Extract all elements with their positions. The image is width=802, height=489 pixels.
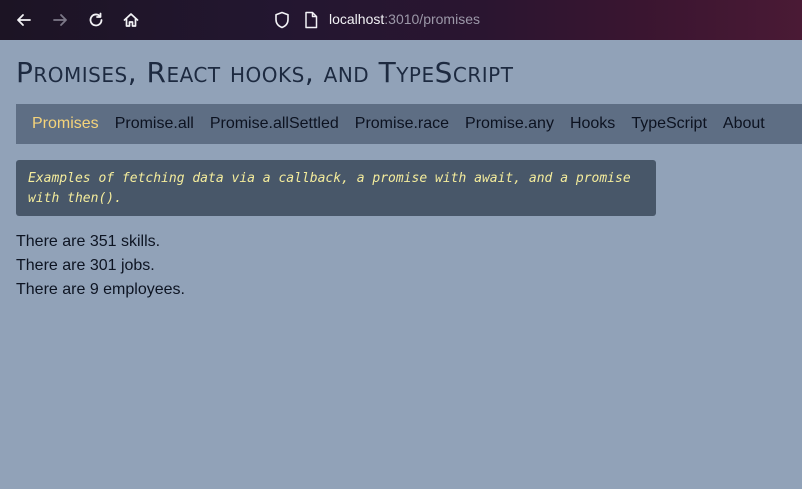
result-jobs: There are 301 jobs. bbox=[16, 257, 155, 274]
url-bar[interactable]: localhost:3010/promises bbox=[268, 6, 598, 34]
arrow-right-icon bbox=[53, 14, 67, 26]
forward-button[interactable] bbox=[47, 7, 73, 33]
page-icon[interactable] bbox=[304, 11, 318, 29]
reload-icon bbox=[89, 12, 103, 27]
url-text[interactable]: localhost:3010/promises bbox=[329, 11, 480, 27]
home-icon bbox=[123, 13, 139, 27]
main-nav: Promises Promise.all Promise.allSettled … bbox=[16, 104, 802, 144]
nav-item-typescript[interactable]: TypeScript bbox=[631, 115, 707, 133]
nav-item-hooks[interactable]: Hooks bbox=[570, 115, 615, 133]
results-list: There are 351 skills. There are 301 jobs… bbox=[16, 230, 185, 302]
result-employees: There are 9 employees. bbox=[16, 281, 185, 298]
nav-item-promise-allsettled[interactable]: Promise.allSettled bbox=[210, 115, 339, 133]
nav-item-promises[interactable]: Promises bbox=[32, 115, 99, 133]
url-host: localhost bbox=[329, 11, 385, 27]
description-note: Examples of fetching data via a callback… bbox=[16, 160, 656, 216]
arrow-left-icon bbox=[17, 14, 31, 26]
home-button[interactable] bbox=[118, 7, 144, 33]
shield-icon[interactable] bbox=[274, 11, 290, 29]
result-skills: There are 351 skills. bbox=[16, 233, 161, 250]
nav-item-promise-race[interactable]: Promise.race bbox=[355, 115, 449, 133]
browser-toolbar: localhost:3010/promises bbox=[0, 0, 802, 40]
nav-item-about[interactable]: About bbox=[723, 115, 765, 133]
nav-item-promise-all[interactable]: Promise.all bbox=[115, 115, 194, 133]
page-title: Promises, React hooks, and TypeScript bbox=[16, 56, 514, 89]
reload-button[interactable] bbox=[83, 7, 109, 33]
url-path: :3010/promises bbox=[384, 11, 480, 27]
nav-item-promise-any[interactable]: Promise.any bbox=[465, 115, 554, 133]
back-button[interactable] bbox=[11, 7, 37, 33]
